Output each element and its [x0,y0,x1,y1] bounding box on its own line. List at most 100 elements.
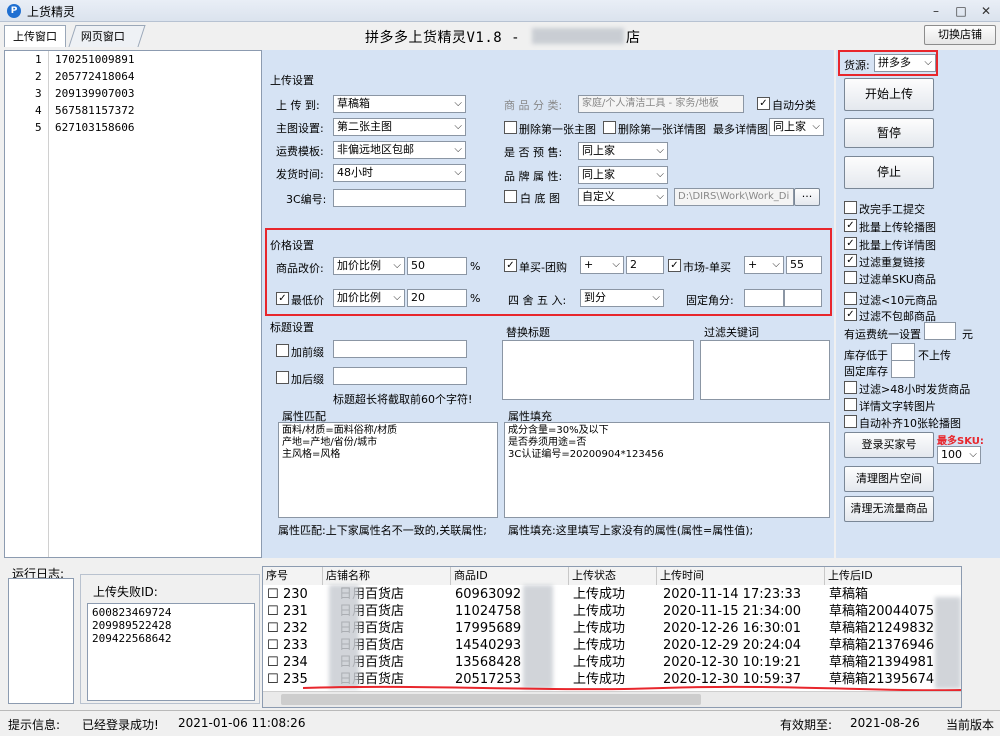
cc-number-label: 3C编号: [286,193,327,206]
app-title: 拼多多上货精灵V1.8 - [365,30,521,46]
switch-shop-button[interactable]: 切换店铺 [924,25,996,45]
del-first-main-checkbox[interactable] [504,121,517,134]
scrollbar-thumb[interactable] [281,694,701,705]
column-header-time[interactable]: 上传时间 [657,567,825,585]
filter-keywords-textarea[interactable] [700,340,830,400]
run-log-box[interactable] [8,578,74,704]
table-row[interactable]: ☐ 234 日用百货店 13568428 上传成功 2020-12-30 10:19:… [263,655,961,672]
tab-web-label: 网页窗口 [80,30,125,43]
brand-select[interactable]: 同上家 ⌵ [578,166,668,184]
row-checkbox-icon: ☐ [267,672,279,687]
list-item: 209989522428 [92,619,172,632]
column-header-product-id[interactable]: 商品ID [451,567,569,585]
suffix-label: 加后缀 [291,373,324,386]
version-label: 当前版本 [946,718,995,732]
fixed-stock-input[interactable] [891,360,915,378]
table-row[interactable]: ☐ 231 日用百货店 11024758 上传成功 2020-11-15 21:34:… [263,604,961,621]
clean-images-button[interactable]: 清理图片空间 [844,466,934,492]
option-checkbox[interactable]: ✓ [844,219,857,232]
upload-to-select[interactable]: 草稿箱 ⌵ [333,95,466,113]
main-img-select[interactable]: 第二张主图 ⌵ [333,118,466,136]
ship-time-select[interactable]: 48小时 ⌵ [333,164,466,182]
option-checkbox[interactable] [844,292,857,305]
option-checkbox[interactable]: ✓ [844,237,857,250]
option-label: 过滤<10元商品 [859,294,938,307]
prefix-input[interactable] [333,340,467,358]
replace-title-textarea[interactable] [502,340,694,400]
chevron-down-icon: ⌵ [656,191,664,202]
maximize-icon[interactable]: □ [951,3,971,19]
suffix-input[interactable] [333,367,467,385]
upload-to-label: 上 传 到: [276,99,320,112]
option-checkbox[interactable] [844,415,857,428]
attr-fill-textarea[interactable]: 成分含量=30%及以下 是否券须用途=否 3C认证编号=20200904*123… [504,422,830,518]
attr-match-textarea[interactable]: 面料/材质=面料俗称/材质 产地=产地/省份/城市 主风格=风格 [278,422,498,518]
pause-button[interactable]: 暂停 [844,118,934,148]
category-field[interactable]: 家庭/个人清洁工具 - 家务/地板 [578,95,744,113]
hint-time: 2021-01-06 11:08:26 [178,716,306,730]
option-label: 过滤>48小时发货商品 [859,383,971,396]
column-header-after-id[interactable]: 上传后ID [825,567,961,585]
column-header-status[interactable]: 上传状态 [569,567,657,585]
chevron-down-icon: ⌵ [969,449,977,460]
row-checkbox-icon: ☐ [267,587,279,602]
clean-no-traffic-button[interactable]: 清理无流量商品 [844,496,934,522]
browse-button[interactable]: ··· [794,188,820,206]
option-label: 详情文字转图片 [859,400,936,413]
option-checkbox[interactable]: ✓ [844,308,857,321]
column-header-shop[interactable]: 店铺名称 [323,567,451,585]
upload-records-table[interactable]: 序号 店铺名称 商品ID 上传状态 上传时间 上传后ID ☐ 230 日用百货店 6… [262,566,962,708]
login-buyer-button[interactable]: 登录买家号 [844,432,934,458]
tab-web-window[interactable]: 网页窗口 [68,25,146,47]
del-first-detail-checkbox[interactable] [603,121,616,134]
valid-until-label: 有效期至: [780,718,833,732]
close-icon[interactable]: ✕ [976,3,996,19]
minimize-icon[interactable]: – [926,3,946,19]
fail-ids-list[interactable]: 600823469724 209989522428 209422568642 [87,603,255,701]
option-checkbox[interactable] [844,271,857,284]
list-item: 1 170251009891 [35,53,135,66]
list-item: 600823469724 [92,606,172,619]
shipping-template-select[interactable]: 非偏远地区包邮 ⌵ [333,141,466,159]
prefix-checkbox[interactable] [276,344,289,357]
app-title-suffix: 店 [626,30,640,46]
shop-prefix-blurred [329,585,359,689]
suffix-checkbox[interactable] [276,371,289,384]
cc-number-input[interactable] [333,189,466,207]
control-panel: 货源: 拼多多 ⌵ 开始上传 暂停 停止 改完手工提交 ✓ 批量上传轮播图 ✓ 批… [836,50,1000,558]
max-sku-select[interactable]: 100 ⌵ [937,446,981,464]
chevron-down-icon: ⌵ [454,98,462,109]
table-row[interactable]: ☐ 230 日用百货店 60963092 上传成功 2020-11-14 17:23:… [263,587,961,604]
table-row[interactable]: ☐ 233 日用百货店 14540293 上传成功 2020-12-29 20:24:… [263,638,961,655]
after-id-blurred [935,597,961,689]
option-checkbox[interactable] [844,381,857,394]
source-highlight [838,50,938,76]
stop-button[interactable]: 停止 [844,156,934,189]
presale-select[interactable]: 同上家 ⌵ [578,142,668,160]
horizontal-scrollbar[interactable] [263,691,961,707]
start-upload-button[interactable]: 开始上传 [844,78,934,111]
app-logo-icon: P [7,4,21,18]
no-upload-label: 不上传 [918,349,951,362]
max-detail-select[interactable]: 同上家 ⌵ [769,118,824,136]
shipping-unify-input[interactable] [924,322,956,340]
auto-category-checkbox[interactable]: ✓ [757,97,770,110]
option-checkbox[interactable] [844,201,857,214]
white-bg-checkbox[interactable] [504,190,517,203]
option-checkbox[interactable] [844,398,857,411]
white-bg-select[interactable]: 自定义 ⌵ [578,188,668,206]
option-checkbox[interactable]: ✓ [844,254,857,267]
product-id-list[interactable]: 1 170251009891 2 205772418064 3 20913990700… [4,50,262,558]
table-row[interactable]: ☐ 232 日用百货店 17995689 上传成功 2020-12-26 16:30:… [263,621,961,638]
auto-category-label: 自动分类 [772,99,816,112]
tab-upload-window[interactable]: 上传窗口 [4,25,66,47]
column-header-seq[interactable]: 序号 [263,567,323,585]
row-checkbox-icon: ☐ [267,638,279,653]
white-bg-path-field[interactable]: D:\DIRS\Work\Work_Di [674,188,794,206]
list-item: 4 567581157372 [35,104,135,117]
option-label: 过滤重复链接 [859,256,925,269]
shipping-unify-label: 有运费统一设置 [844,328,921,341]
stock-below-input[interactable] [891,343,915,361]
valid-until-date: 2021-08-26 [850,716,920,730]
hint-label: 提示信息: [8,718,61,732]
